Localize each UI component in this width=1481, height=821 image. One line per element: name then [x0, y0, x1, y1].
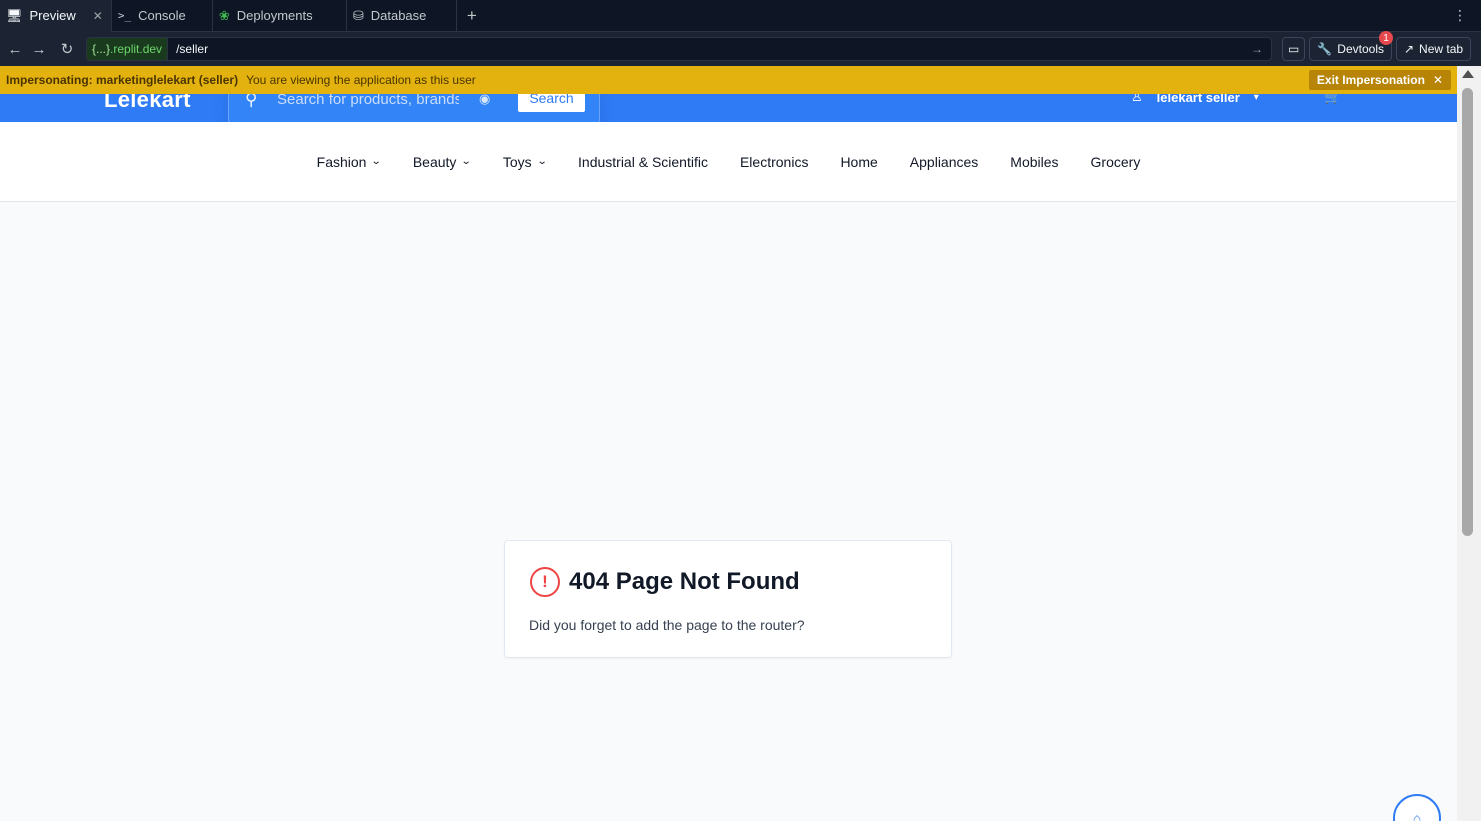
- chat-bot-button[interactable]: ⌂: [1393, 794, 1441, 821]
- tab-label: Deployments: [236, 8, 313, 23]
- category-appliances[interactable]: Appliances: [910, 154, 979, 170]
- impersonation-message: You are viewing the application as this …: [246, 73, 476, 87]
- tab-database[interactable]: ⛁ Database: [347, 0, 457, 32]
- scroll-thumb[interactable]: [1462, 88, 1473, 536]
- category-label: Beauty: [412, 153, 457, 170]
- tab-console[interactable]: >_ Console: [112, 0, 213, 32]
- screen-icon: ▭: [1288, 42, 1300, 56]
- tab-deployments[interactable]: ❀ Deployments: [213, 0, 347, 32]
- reload-icon[interactable]: ↻: [58, 40, 76, 58]
- exit-impersonation-button[interactable]: Exit Impersonation ✕: [1308, 70, 1451, 90]
- monitor-icon: 🖥: [6, 7, 23, 23]
- device-toggle-button[interactable]: ▭: [1282, 37, 1306, 61]
- page-scrollbar[interactable]: [1457, 66, 1481, 821]
- domain-brace: {...}: [92, 42, 111, 56]
- domain-text: .replit.dev: [110, 42, 163, 56]
- close-icon: ✕: [1432, 73, 1443, 87]
- category-home[interactable]: Home: [840, 154, 877, 170]
- tab-label: Console: [138, 8, 186, 23]
- category-label: Electronics: [739, 153, 809, 170]
- search-box: ⚲ Search for products, brands ◉ Search: [228, 94, 600, 124]
- not-found-title: 404 Page Not Found: [569, 568, 800, 595]
- external-link-icon: ↗: [1403, 42, 1415, 56]
- impersonation-banner: Impersonating: marketinglelekart (seller…: [0, 66, 1457, 94]
- cart-icon[interactable]: 🛒: [1324, 94, 1341, 105]
- new-tab-button[interactable]: ↗ New tab: [1395, 37, 1472, 61]
- tab-preview[interactable]: 🖥 Preview ✕: [0, 0, 112, 32]
- devtools-button[interactable]: 🔧 Devtools 1: [1309, 31, 1393, 61]
- category-label: Home: [840, 153, 878, 170]
- search-icon: ⚲: [245, 94, 258, 109]
- deploy-icon: ❀: [218, 7, 230, 23]
- category-label: Appliances: [909, 153, 979, 170]
- category-label: Fashion: [316, 153, 367, 170]
- add-tab-icon[interactable]: +: [457, 6, 487, 26]
- address-bar: ← → ↻ {...} .replit.dev /seller → ▭ 🔧 De…: [0, 31, 1481, 65]
- database-icon: ⛁: [352, 7, 364, 23]
- devtools-badge: 1: [1378, 31, 1393, 45]
- user-icon: ♙: [1131, 94, 1143, 104]
- location-pin-icon[interactable]: ◉: [479, 94, 490, 107]
- chevron-down-icon: ▾: [1253, 94, 1259, 103]
- category-industrial-scientific[interactable]: Industrial & Scientific: [578, 154, 708, 170]
- category-label: Grocery: [1090, 153, 1141, 170]
- bot-icon: ⌂: [1412, 810, 1422, 821]
- category-mobiles[interactable]: Mobiles: [1010, 154, 1058, 170]
- chevron-down-icon: ⌄: [536, 156, 548, 167]
- alert-circle-icon: !: [530, 567, 560, 597]
- search-input[interactable]: Search for products, brands: [277, 94, 459, 108]
- go-arrow-icon[interactable]: →: [1251, 42, 1271, 56]
- forward-icon[interactable]: →: [30, 41, 48, 58]
- category-electronics[interactable]: Electronics: [740, 154, 808, 170]
- category-nav: Fashion ⌄ Beauty ⌄ Toys ⌄ Industrial & S…: [0, 122, 1457, 202]
- site-header: Lelekart ⚲ Search for products, brands ◉…: [0, 94, 1457, 124]
- category-toys[interactable]: Toys ⌄: [502, 153, 548, 170]
- preview-viewport: Lelekart ⚲ Search for products, brands ◉…: [0, 94, 1457, 821]
- new-tab-label: New tab: [1419, 42, 1464, 56]
- devtools-label: Devtools: [1337, 42, 1384, 56]
- impersonation-user: Impersonating: marketinglelekart (seller…: [6, 73, 239, 87]
- url-domain: {...} .replit.dev: [87, 38, 169, 60]
- back-icon[interactable]: ←: [6, 41, 24, 58]
- category-label: Mobiles: [1010, 153, 1059, 170]
- not-found-message: Did you forget to add the page to the ro…: [529, 617, 805, 633]
- chevron-down-icon: ⌄: [461, 156, 473, 167]
- url-path[interactable]: /seller: [168, 42, 1251, 56]
- url-field[interactable]: {...} .replit.dev /seller →: [86, 37, 1272, 61]
- not-found-card: ! 404 Page Not Found Did you forget to a…: [504, 540, 952, 658]
- tab-label: Database: [370, 8, 427, 23]
- search-button[interactable]: Search: [518, 94, 585, 112]
- more-options-icon[interactable]: ⋮: [1453, 7, 1467, 24]
- category-beauty[interactable]: Beauty ⌄: [412, 153, 473, 170]
- user-name: lelekart seller: [1156, 94, 1240, 105]
- site-logo[interactable]: Lelekart: [104, 94, 191, 113]
- chevron-down-icon: ⌄: [371, 156, 383, 167]
- category-label: Toys: [502, 153, 532, 170]
- category-fashion[interactable]: Fashion ⌄: [316, 153, 383, 170]
- terminal-icon: >_: [117, 9, 132, 22]
- wrench-icon: 🔧: [1317, 42, 1333, 56]
- scroll-up-arrow-icon[interactable]: [1462, 70, 1474, 78]
- tab-label: Preview: [29, 8, 76, 23]
- close-icon[interactable]: ✕: [93, 9, 103, 23]
- exit-impersonation-label: Exit Impersonation: [1316, 73, 1425, 87]
- category-label: Industrial & Scientific: [578, 153, 708, 170]
- category-grocery[interactable]: Grocery: [1091, 154, 1141, 170]
- user-menu[interactable]: ♙ lelekart seller ▾: [1131, 94, 1259, 105]
- workspace-tab-bar: 🖥 Preview ✕ >_ Console ❀ Deployments ⛁ D…: [0, 0, 1481, 32]
